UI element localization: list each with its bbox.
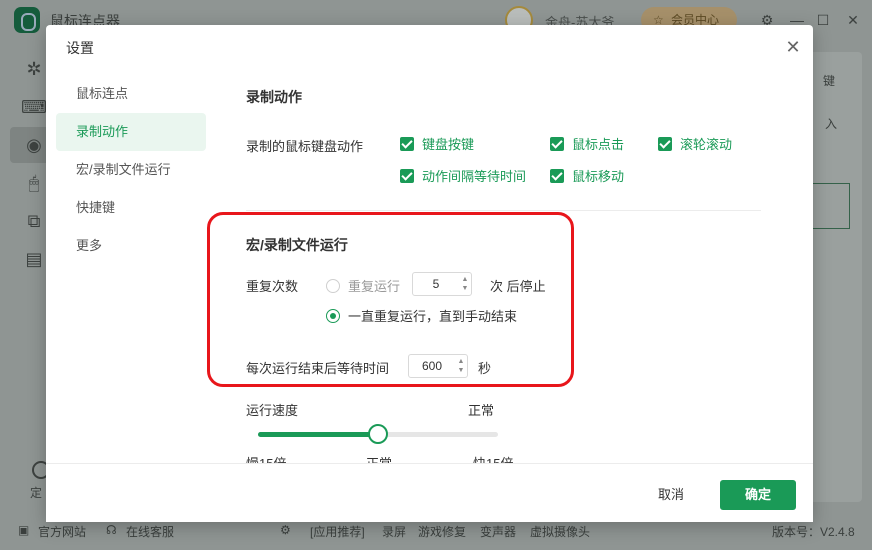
- speed-current-value: 正常: [468, 403, 495, 418]
- stepper-arrows[interactable]: ▲ ▼: [455, 355, 467, 377]
- nav-item-macro-run[interactable]: 宏/录制文件运行: [56, 151, 206, 189]
- chevron-down-icon[interactable]: ▼: [462, 284, 469, 293]
- nav-item-mouse-click[interactable]: 鼠标连点: [56, 75, 206, 113]
- dialog-footer: 取消 确定: [46, 463, 813, 522]
- checkbox-checked-icon: [550, 136, 564, 151]
- chevron-up-icon[interactable]: ▲: [462, 275, 469, 284]
- record-actions-label: 录制的鼠标键盘动作: [246, 139, 364, 154]
- checkbox-wheel-scroll-label: 滚轮滚动: [680, 137, 733, 152]
- record-link[interactable]: 录屏: [382, 523, 406, 540]
- wait-time-label: 每次运行结束后等待时间: [246, 361, 390, 376]
- recommend-icon: ⚙: [280, 523, 291, 537]
- background-right-box: [812, 183, 850, 229]
- wait-time-stepper[interactable]: 600 ▲ ▼: [408, 354, 468, 378]
- ok-button[interactable]: 确定: [720, 480, 796, 510]
- mouse-click-icon[interactable]: ✲: [20, 56, 48, 82]
- close-icon[interactable]: ✕: [773, 33, 813, 61]
- radio-selected-icon: [326, 308, 340, 323]
- speed-slider-thumb[interactable]: [368, 424, 388, 444]
- checkbox-mouse-click[interactable]: 鼠标点击: [550, 134, 624, 153]
- radio-repeat-count-label: 重复运行: [348, 279, 401, 294]
- nav-item-more[interactable]: 更多: [56, 227, 206, 265]
- version-label: 版本号：V2.4.8: [772, 525, 855, 539]
- wait-time-value[interactable]: 600: [409, 359, 455, 373]
- repeat-count-stepper[interactable]: 5 ▲ ▼: [412, 272, 472, 296]
- repeat-count-label: 重复次数: [246, 279, 299, 294]
- service-link[interactable]: 在线客服: [126, 523, 174, 540]
- checkbox-keyboard-label: 键盘按键: [422, 137, 475, 152]
- checkbox-checked-icon: [400, 136, 414, 151]
- checkbox-action-interval-label: 动作间隔等待时间: [422, 169, 527, 184]
- record-icon[interactable]: ◉: [20, 132, 48, 158]
- camera-link[interactable]: 虚拟摄像头: [530, 523, 590, 540]
- radio-unselected-icon: [326, 278, 340, 293]
- app-logo-icon: [14, 7, 40, 33]
- checkbox-action-interval[interactable]: 动作间隔等待时间: [400, 166, 526, 185]
- checkbox-mouse-move[interactable]: 鼠标移动: [550, 166, 624, 185]
- code-icon[interactable]: ⧉: [20, 208, 48, 234]
- keyboard-icon[interactable]: ⌨: [20, 94, 48, 120]
- record-section-title: 录制动作: [246, 89, 302, 105]
- repeat-count-value[interactable]: 5: [413, 277, 459, 291]
- dialog-title: 设置: [66, 40, 94, 56]
- voice-link[interactable]: 变声器: [480, 523, 516, 540]
- cancel-button[interactable]: 取消: [658, 484, 684, 503]
- section-divider: [246, 210, 761, 211]
- radio-loop-until-stop-label: 一直重复运行，直到手动结束: [348, 309, 518, 324]
- service-icon[interactable]: ☊: [106, 523, 117, 537]
- recommend-label: [应用推荐]: [310, 525, 365, 539]
- macro-section-title: 宏/录制文件运行: [246, 237, 348, 253]
- checkbox-wheel-scroll[interactable]: 滚轮滚动: [658, 134, 732, 153]
- game-link[interactable]: 游戏修复: [418, 523, 466, 540]
- nav-item-record-actions[interactable]: 录制动作: [56, 113, 206, 151]
- radio-loop-until-stop[interactable]: 一直重复运行，直到手动结束: [326, 306, 517, 325]
- checkbox-mouse-click-label: 鼠标点击: [572, 137, 625, 152]
- checkbox-keyboard[interactable]: 键盘按键: [400, 134, 474, 153]
- speed-label: 运行速度: [246, 403, 299, 418]
- checkbox-checked-icon: [400, 168, 414, 183]
- timer-label[interactable]: 定: [30, 484, 42, 501]
- website-link[interactable]: 官方网站: [38, 523, 86, 540]
- radio-repeat-count[interactable]: 重复运行: [326, 276, 400, 295]
- background-right-text-1: 键: [823, 74, 836, 88]
- chevron-down-icon[interactable]: ▼: [458, 366, 465, 375]
- background-right-text-2: 入: [825, 117, 838, 131]
- script-icon[interactable]: ▤: [20, 246, 48, 272]
- mouse-icon[interactable]: 🖱: [20, 170, 48, 196]
- checkbox-mouse-move-label: 鼠标移动: [572, 169, 625, 184]
- settings-nav: 鼠标连点 录制动作 宏/录制文件运行 快捷键 更多: [56, 75, 206, 265]
- nav-item-hotkeys[interactable]: 快捷键: [56, 189, 206, 227]
- checkbox-checked-icon: [658, 136, 672, 151]
- repeat-suffix: 次 后停止: [490, 279, 546, 294]
- speed-slider-fill: [258, 432, 378, 437]
- chevron-up-icon[interactable]: ▲: [458, 357, 465, 366]
- maximize-icon[interactable]: ☐: [812, 9, 834, 31]
- wait-time-unit: 秒: [478, 361, 492, 376]
- checkbox-checked-icon: [550, 168, 564, 183]
- stepper-arrows[interactable]: ▲ ▼: [459, 273, 471, 295]
- website-icon[interactable]: ▣: [18, 523, 29, 537]
- close-app-icon[interactable]: ✕: [842, 9, 864, 31]
